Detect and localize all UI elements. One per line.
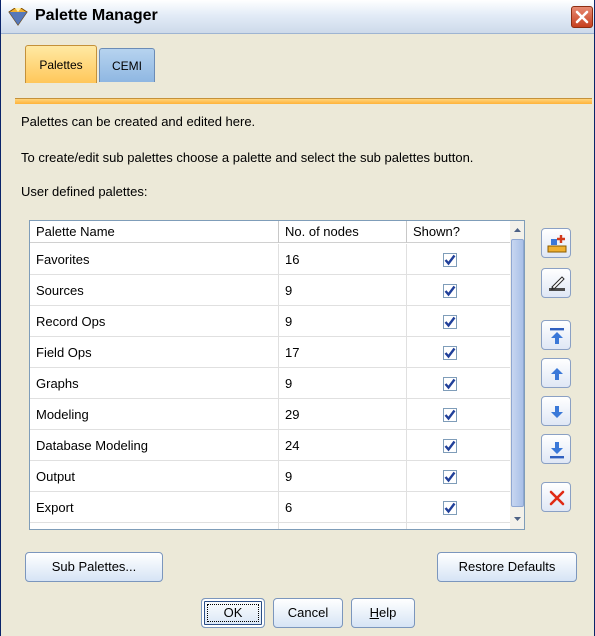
node-count-cell: 6 (279, 492, 407, 523)
column-header-shown[interactable]: Shown? (407, 221, 510, 243)
scroll-down-icon[interactable] (511, 511, 524, 526)
shown-cell (407, 399, 510, 430)
table-row[interactable]: Favorites 16 (30, 244, 510, 275)
vertical-scrollbar[interactable] (510, 221, 524, 529)
node-count-cell: 9 (279, 275, 407, 306)
shown-checkbox-icon[interactable] (443, 408, 457, 422)
palette-name-cell[interactable]: Output (30, 461, 279, 492)
palette-name-cell[interactable]: Database Modeling (30, 430, 279, 461)
shown-checkbox-icon[interactable] (443, 315, 457, 329)
palette-name-cell[interactable]: Favorites (30, 244, 279, 275)
scroll-up-icon[interactable] (511, 223, 524, 238)
palette-name-cell[interactable]: Export (30, 492, 279, 523)
table-row[interactable]: Modeling 29 (30, 399, 510, 430)
node-count-cell: 9 (279, 461, 407, 492)
shown-checkbox-icon[interactable] (443, 377, 457, 391)
close-icon (575, 10, 589, 24)
move-up-button[interactable] (541, 358, 571, 388)
palette-name-cell[interactable]: Field Ops (30, 337, 279, 368)
palette-name-cell[interactable]: Record Ops (30, 306, 279, 337)
close-button[interactable] (571, 6, 593, 28)
move-to-bottom-button[interactable] (541, 434, 571, 464)
ok-button[interactable]: OK (201, 598, 265, 628)
palette-name-cell[interactable]: Modeling (30, 399, 279, 430)
table-row[interactable]: Database Modeling 24 (30, 430, 510, 461)
add-palette-icon (547, 235, 567, 253)
table-row[interactable]: Output 9 (30, 461, 510, 492)
move-to-top-button[interactable] (541, 320, 571, 350)
palettes-list-label: User defined palettes: (21, 184, 148, 199)
node-count-cell: 9 (279, 306, 407, 337)
tab-strip: Palettes CEMI (1, 35, 594, 97)
move-up-icon (551, 368, 563, 380)
intro-line-1: Palettes can be created and edited here. (21, 114, 256, 129)
shown-cell (407, 368, 510, 399)
node-count-cell: 5 (279, 523, 407, 529)
edit-palette-icon (549, 276, 565, 291)
help-button[interactable]: Help (351, 598, 415, 628)
title-bar[interactable]: Palette Manager (1, 0, 594, 34)
shown-cell (407, 523, 510, 529)
shown-checkbox-icon[interactable] (443, 253, 457, 267)
shown-checkbox-icon[interactable] (443, 501, 457, 515)
delete-palette-button[interactable] (541, 482, 571, 512)
move-down-button[interactable] (541, 396, 571, 426)
scroll-thumb[interactable] (511, 239, 524, 507)
move-down-icon (551, 406, 563, 418)
palette-name-cell[interactable]: Graphs (30, 368, 279, 399)
node-count-cell: 9 (279, 368, 407, 399)
sub-palettes-button[interactable]: Sub Palettes... (25, 552, 163, 582)
column-header-no-of-nodes[interactable]: No. of nodes (279, 221, 407, 243)
palette-manager-window: Palette Manager Palettes CEMI Palettes c… (0, 0, 595, 636)
shown-cell (407, 430, 510, 461)
table-row[interactable]: Field Ops 17 (30, 337, 510, 368)
node-count-cell: 29 (279, 399, 407, 430)
shown-cell (407, 461, 510, 492)
shown-checkbox-icon[interactable] (443, 346, 457, 360)
tab-palettes[interactable]: Palettes (25, 45, 97, 83)
intro-line-2: To create/edit sub palettes choose a pal… (21, 150, 474, 165)
shown-cell (407, 275, 510, 306)
palette-name-cell[interactable]: Sources (30, 275, 279, 306)
palettes-table[interactable]: Palette Name No. of nodes Shown? Favorit… (29, 220, 525, 530)
move-to-bottom-icon (550, 442, 564, 459)
cancel-button[interactable]: Cancel (273, 598, 343, 628)
table-row[interactable]: Sources 9 (30, 275, 510, 306)
edit-palette-button[interactable] (541, 268, 571, 298)
node-count-cell: 24 (279, 430, 407, 461)
shown-cell (407, 492, 510, 523)
shown-checkbox-icon[interactable] (443, 284, 457, 298)
shown-checkbox-icon[interactable] (443, 470, 457, 484)
table-row[interactable]: PASW® Statistics5 (30, 523, 510, 529)
table-row[interactable]: Record Ops 9 (30, 306, 510, 337)
table-header: Palette Name No. of nodes Shown? (30, 221, 510, 243)
window-title: Palette Manager (35, 7, 158, 24)
shown-checkbox-icon[interactable] (443, 439, 457, 453)
shown-cell (407, 306, 510, 337)
add-palette-button[interactable] (541, 228, 571, 258)
table-row[interactable]: Export 6 (30, 492, 510, 523)
table-row[interactable]: Graphs 9 (30, 368, 510, 399)
shown-cell (407, 337, 510, 368)
node-count-cell: 17 (279, 337, 407, 368)
delete-icon (549, 490, 565, 506)
restore-defaults-button[interactable]: Restore Defaults (437, 552, 577, 582)
column-header-palette-name[interactable]: Palette Name (30, 221, 279, 243)
palette-manager-icon (8, 7, 28, 26)
shown-cell (407, 244, 510, 275)
tab-divider (15, 98, 592, 104)
tab-cemi[interactable]: CEMI (99, 48, 155, 82)
move-to-top-icon (550, 328, 564, 344)
palette-name-cell[interactable]: PASW® Statistics (30, 523, 279, 529)
node-count-cell: 16 (279, 244, 407, 275)
